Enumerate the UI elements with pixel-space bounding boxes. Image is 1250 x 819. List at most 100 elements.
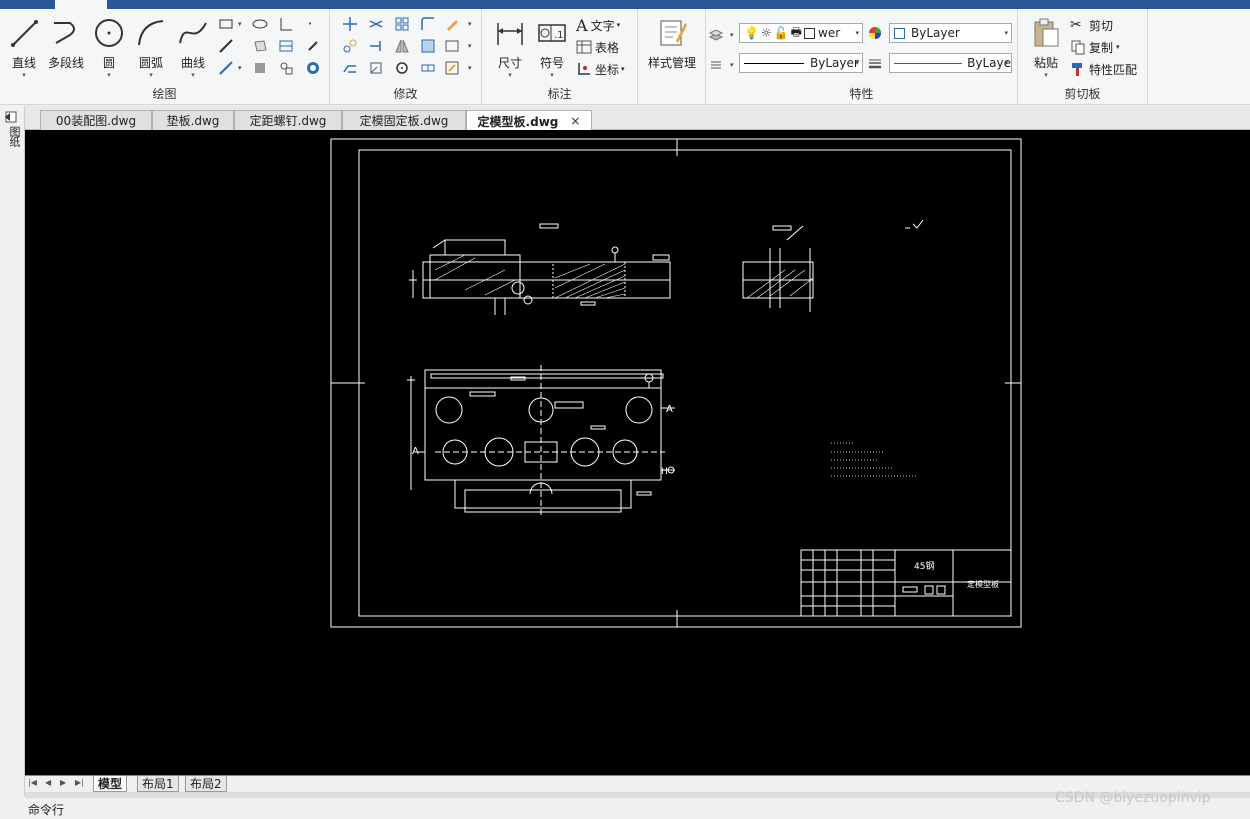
stretch-icon[interactable] xyxy=(342,60,358,76)
hatch-icon[interactable] xyxy=(278,38,294,54)
style-panel: 样式管理 xyxy=(638,9,706,105)
style-manager-icon xyxy=(660,20,687,46)
document-tab-strip: 00装配图.dwg 垫板.dwg 定距螺钉.dwg 定模固定板.dwg 定模型板… xyxy=(0,106,1250,131)
block-icon[interactable] xyxy=(278,60,294,76)
dimension-icon xyxy=(497,23,523,45)
datum-h-label: H xyxy=(661,467,668,477)
angle-icon[interactable] xyxy=(278,16,294,32)
coordinate-button[interactable]: 坐标 ▾ xyxy=(576,59,625,79)
color-swatch xyxy=(894,27,905,39)
last-layout-icon[interactable]: ▶| xyxy=(75,778,84,787)
properties-edit-icon[interactable] xyxy=(444,60,460,76)
layer-combo[interactable]: 💡 ☼ 🔓 🖶 wer ▾ xyxy=(739,23,863,43)
scale-icon[interactable] xyxy=(368,60,384,76)
printer-icon: 🖶 xyxy=(790,24,802,39)
ribbon-tab-home[interactable] xyxy=(55,0,107,9)
polyline-button[interactable]: 多段线 xyxy=(44,17,88,71)
sheet-outer-border xyxy=(330,138,1022,628)
sheet-set-label[interactable]: 图纸 xyxy=(6,126,22,146)
coordinate-icon xyxy=(578,63,590,75)
material-label: 45钢 xyxy=(914,560,934,572)
doc-tab-distance-screw[interactable]: 定距螺钉.dwg xyxy=(234,110,342,130)
lightbulb-icon: 💡 xyxy=(744,26,759,40)
move-icon[interactable] xyxy=(342,16,358,32)
layer-manager-icon[interactable] xyxy=(708,27,724,43)
linetype-combo[interactable]: ByLayer ▾ xyxy=(739,53,863,73)
first-layout-icon[interactable]: |◀ xyxy=(28,778,37,787)
layer-color-swatch xyxy=(804,27,815,39)
cad-drawing: 45钢 定模型板 A A H xyxy=(330,138,1022,628)
doc-tab-assembly[interactable]: 00装配图.dwg xyxy=(40,110,152,130)
geometric-tolerance-icon: .1 xyxy=(538,24,566,42)
boundary-icon[interactable] xyxy=(252,60,268,76)
paste-button[interactable]: 粘贴 ▾ xyxy=(1024,17,1068,79)
doc-tab-fixed-plate[interactable]: 定模固定板.dwg xyxy=(342,110,466,130)
explode-icon[interactable] xyxy=(444,38,460,54)
array-icon[interactable] xyxy=(394,16,410,32)
construction-line-icon[interactable] xyxy=(218,38,234,54)
offset-icon[interactable] xyxy=(420,38,436,54)
spline-icon xyxy=(179,22,207,44)
datum-a-right: A xyxy=(666,404,673,415)
curve-button[interactable]: 曲线 ▾ xyxy=(171,17,215,79)
rectangle-icon[interactable] xyxy=(218,16,234,32)
trim-icon[interactable] xyxy=(368,16,384,32)
watermark: CSDN @biyezuopinvip xyxy=(1055,790,1211,806)
match-properties-icon xyxy=(1072,63,1082,76)
line-button[interactable]: 直线 ▾ xyxy=(2,17,46,79)
polyline-icon xyxy=(54,22,75,44)
join-icon[interactable] xyxy=(420,60,436,76)
doc-tab-cavity-plate[interactable]: 定模型板.dwg × xyxy=(466,110,592,131)
next-layout-icon[interactable]: ▶ xyxy=(60,778,66,787)
lineweight-combo[interactable]: ByLaye ▾ xyxy=(889,53,1012,73)
text-icon: A xyxy=(576,15,588,35)
pencil-icon[interactable] xyxy=(444,16,460,32)
layout-tab-model[interactable]: 模型 xyxy=(93,776,128,792)
color-wheel-icon[interactable] xyxy=(867,25,883,41)
surface-roughness-mark xyxy=(905,219,924,229)
copy-icon xyxy=(1071,40,1085,55)
sun-icon: ☼ xyxy=(760,26,772,40)
layout-tab-layout1[interactable]: 布局1 xyxy=(137,776,179,792)
color-combo[interactable]: ByLayer ▾ xyxy=(889,23,1012,43)
properties-panel: ▾ ▾ 💡 ☼ 🔓 🖶 wer ▾ ByLayer ▾ ByLayer ▾ By… xyxy=(706,9,1018,105)
section-view-side xyxy=(742,225,814,312)
symbol-button[interactable]: .1 符号 ▾ xyxy=(530,17,574,79)
copy-button[interactable]: 复制 ▾ xyxy=(1070,37,1120,57)
donut-icon[interactable] xyxy=(305,60,321,76)
region-icon[interactable] xyxy=(252,38,268,54)
arc-icon xyxy=(138,20,164,46)
layer-list-icon[interactable] xyxy=(708,57,724,73)
ribbon: 直线 ▾ 多段线 圆 ▾ 圆弧 ▾ 曲线 ▾ ▾ • ▾ 绘图 ▾ ▾ ▾ 修改… xyxy=(0,9,1250,105)
table-button[interactable]: 表格 xyxy=(576,37,619,57)
arc-button[interactable]: 圆弧 ▾ xyxy=(129,17,173,79)
close-tab-icon[interactable]: × xyxy=(570,114,580,128)
ray-icon[interactable] xyxy=(218,60,234,76)
ellipse-icon[interactable] xyxy=(252,16,268,32)
mirror-icon[interactable] xyxy=(394,38,410,54)
sheet-set-icon[interactable] xyxy=(4,110,20,124)
lineweight-preview xyxy=(894,62,963,64)
prev-layout-icon[interactable]: ◀ xyxy=(45,778,51,787)
lock-icon: 🔓 xyxy=(773,26,789,40)
section-view-main xyxy=(409,223,671,315)
point-icon[interactable] xyxy=(305,38,321,54)
circle-button[interactable]: 圆 ▾ xyxy=(87,17,131,79)
copy-object-icon[interactable] xyxy=(342,38,358,54)
rotate-icon[interactable] xyxy=(394,60,410,76)
fillet-icon[interactable] xyxy=(420,16,436,32)
dimension-button[interactable]: 尺寸 ▾ xyxy=(488,17,532,79)
cut-button[interactable]: ✂ 剪切 xyxy=(1070,15,1113,35)
menu-bar xyxy=(0,0,1250,9)
scissors-icon: ✂ xyxy=(1070,17,1082,33)
text-button[interactable]: A 文字 ▾ xyxy=(576,15,620,35)
style-manager-button[interactable]: 样式管理 xyxy=(642,17,702,71)
layout-tab-layout2[interactable]: 布局2 xyxy=(185,776,227,792)
annotation-panel: 尺寸 ▾ .1 符号 ▾ A 文字 ▾ 表格 坐标 ▾ 标注 xyxy=(482,9,638,105)
match-properties-button[interactable]: 特性匹配 xyxy=(1070,59,1137,79)
extend-icon[interactable] xyxy=(368,38,384,54)
draw-panel: 直线 ▾ 多段线 圆 ▾ 圆弧 ▾ 曲线 ▾ ▾ • ▾ 绘图 xyxy=(0,9,330,105)
drawing-canvas[interactable]: 45钢 定模型板 A A H xyxy=(25,130,1250,775)
lineweight-icon[interactable] xyxy=(867,55,883,71)
doc-tab-backing-plate[interactable]: 垫板.dwg xyxy=(152,110,234,130)
